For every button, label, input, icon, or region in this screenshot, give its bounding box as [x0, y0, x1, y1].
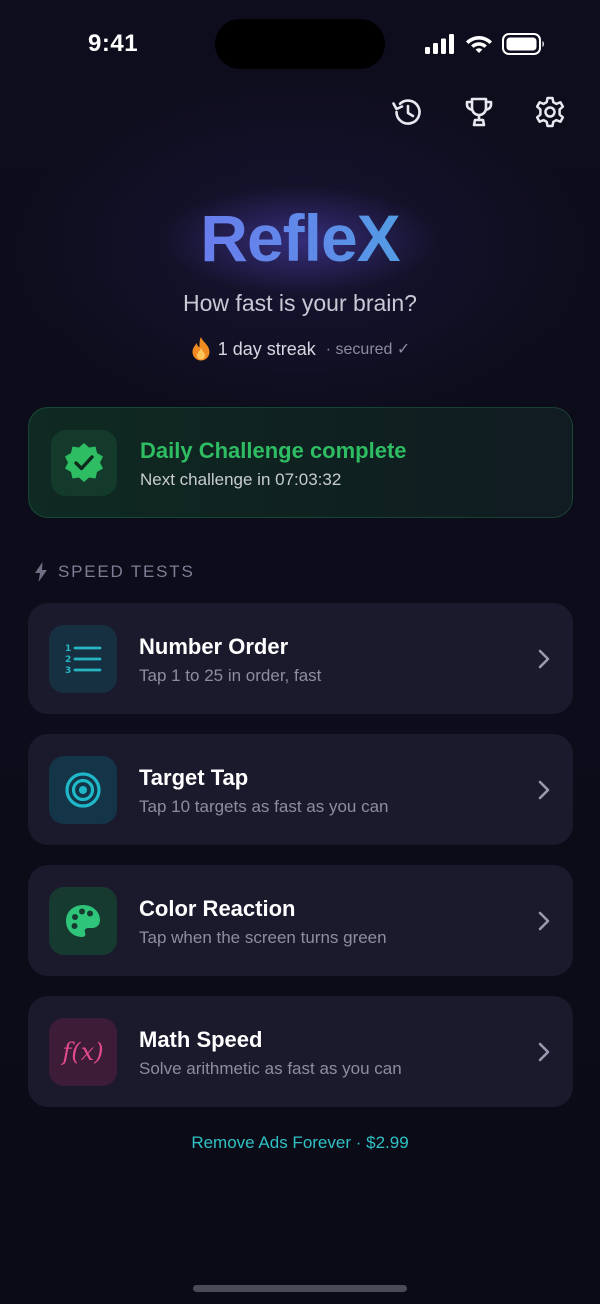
verified-badge-icon	[65, 443, 103, 482]
test-icon-tile	[49, 887, 117, 955]
section-label: SPEED TESTS	[58, 562, 195, 581]
dynamic-island	[215, 19, 385, 69]
chevron-right-icon	[538, 649, 550, 669]
daily-badge-tile	[51, 430, 117, 496]
history-icon	[392, 99, 421, 125]
function-icon: f(x)	[62, 1038, 104, 1066]
chevron-right-icon	[538, 780, 550, 800]
tagline: How fast is your brain?	[183, 290, 417, 316]
svg-text:3: 3	[65, 666, 71, 676]
home-indicator[interactable]	[193, 1285, 407, 1292]
test-card-number-order[interactable]: 1 2 3 Number Order Tap 1 to 25 in order,…	[28, 603, 573, 714]
test-title: Color Reaction	[139, 896, 296, 921]
streak-indicator: 1 day streak · secured ✓	[0, 336, 600, 362]
test-icon-tile: 1 2 3	[49, 625, 117, 693]
test-title: Target Tap	[139, 765, 249, 790]
target-icon	[65, 772, 101, 808]
test-title: Math Speed	[139, 1027, 263, 1052]
svg-text:1: 1	[65, 644, 71, 654]
daily-challenge-title: Daily Challenge complete	[140, 438, 407, 463]
test-card-target-tap[interactable]: Target Tap Tap 10 targets as fast as you…	[28, 734, 573, 845]
daily-challenge-countdown: Next challenge in 07:03:32	[140, 470, 342, 489]
svg-text:2: 2	[65, 655, 71, 665]
numbered-list-icon: 1 2 3	[65, 644, 102, 676]
trophy-icon	[465, 97, 493, 127]
chevron-right-icon	[538, 911, 550, 931]
section-header: SPEED TESTS	[34, 562, 195, 582]
history-button[interactable]	[388, 93, 426, 131]
test-title: Number Order	[139, 634, 289, 659]
streak-count: 1 day streak	[217, 338, 316, 359]
gear-icon	[535, 96, 565, 128]
daily-challenge-card[interactable]: Daily Challenge complete Next challenge …	[28, 407, 573, 518]
settings-button[interactable]	[531, 93, 569, 131]
test-icon-tile	[49, 756, 117, 824]
flame-icon	[192, 337, 210, 361]
cellular-signal-icon	[425, 34, 454, 54]
test-subtitle: Tap when the screen turns green	[139, 928, 387, 947]
remove-ads-link[interactable]: Remove Ads Forever · $2.99	[0, 1133, 600, 1153]
home-screen: 9:41 RefleX How fast is your brain? 1 da…	[0, 0, 600, 1304]
chevron-right-icon	[538, 1042, 550, 1062]
bolt-icon	[35, 562, 47, 582]
test-subtitle: Solve arithmetic as fast as you can	[139, 1059, 402, 1078]
test-card-math-speed[interactable]: f(x) Math Speed Solve arithmetic as fast…	[28, 996, 573, 1107]
app-logo: RefleX	[0, 198, 600, 278]
status-time: 9:41	[88, 30, 139, 57]
trophy-button[interactable]	[460, 93, 498, 131]
streak-status: · secured ✓	[325, 341, 411, 358]
test-icon-tile: f(x)	[49, 1018, 117, 1086]
test-subtitle: Tap 10 targets as fast as you can	[139, 797, 389, 816]
status-bar: 9:41	[0, 0, 600, 90]
battery-icon	[502, 33, 544, 55]
test-card-color-reaction[interactable]: Color Reaction Tap when the screen turns…	[28, 865, 573, 976]
palette-icon	[66, 905, 100, 937]
wifi-icon	[466, 36, 492, 53]
test-subtitle: Tap 1 to 25 in order, fast	[139, 666, 322, 685]
